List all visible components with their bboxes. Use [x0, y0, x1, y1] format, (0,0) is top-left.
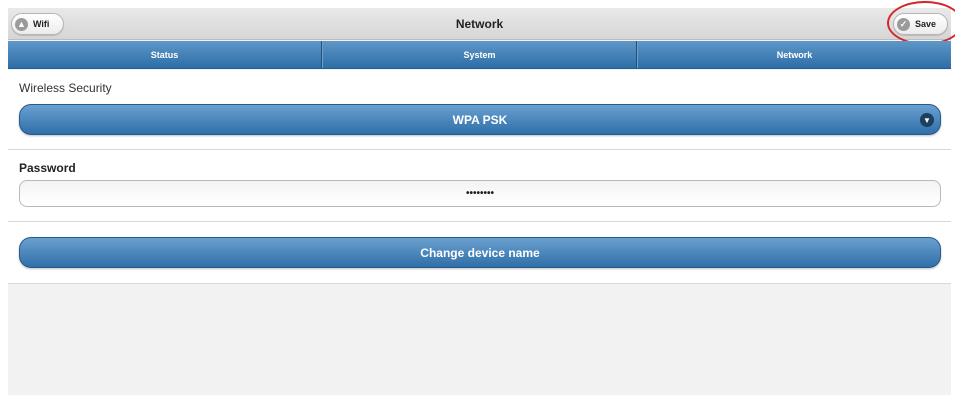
password-field[interactable]: •••••••• [19, 180, 941, 207]
chevron-down-icon: ▼ [920, 113, 934, 127]
wireless-security-select[interactable]: WPA PSK ▼ [19, 104, 941, 135]
wireless-security-value: WPA PSK [452, 112, 508, 127]
header-bar: ▲ Wifi Network ✓ Save [8, 1, 955, 45]
settings-content: Wireless Security WPA PSK ▼ Password •••… [8, 70, 951, 284]
wireless-security-label: Wireless Security [19, 81, 112, 95]
password-label: Password [19, 161, 76, 175]
app-frame: ▲ Wifi Network ✓ Save Status System Netw… [8, 1, 955, 395]
device-name-section: Change device name [8, 223, 951, 284]
save-button[interactable]: ✓ Save [893, 13, 948, 35]
check-circle-icon: ✓ [897, 17, 910, 31]
tab-network[interactable]: Network [637, 41, 951, 68]
change-device-name-button[interactable]: Change device name [19, 237, 941, 268]
save-button-label: Save [915, 19, 937, 29]
nav-bar: Status System Network [8, 41, 951, 69]
password-section: Password •••••••• [8, 151, 951, 222]
tab-system[interactable]: System [322, 41, 637, 68]
page-title: Network [455, 17, 504, 31]
wireless-security-section: Wireless Security WPA PSK ▼ [8, 70, 951, 150]
tab-status[interactable]: Status [8, 41, 322, 68]
